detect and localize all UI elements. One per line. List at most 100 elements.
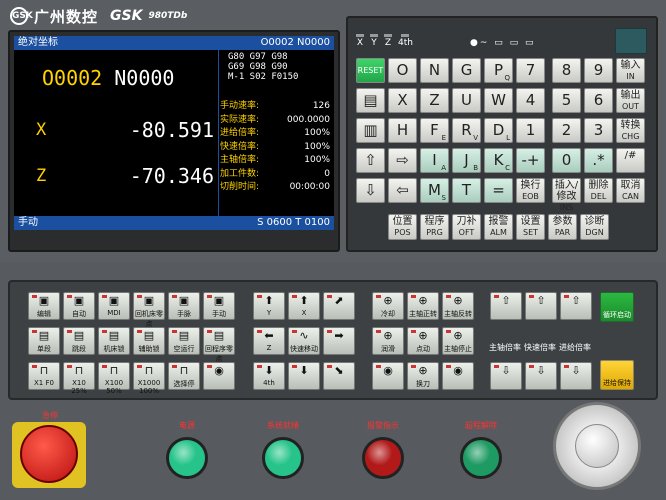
spindle-blank-button[interactable]: ◉ (372, 362, 404, 390)
rate-button-0[interactable]: ⊓ X1 F0 (28, 362, 60, 390)
rate-button-3[interactable]: ⊓ X1000 100% (133, 362, 165, 395)
func-key-oft[interactable]: 刀补 OFT (452, 214, 481, 240)
reset-key[interactable]: RESET (356, 58, 385, 83)
spindle-button-1[interactable]: ⊕ 主轴正转 (407, 292, 439, 320)
axis-button-1[interactable]: ⬆ X (288, 292, 320, 320)
func-key-set[interactable]: 设置 SET (516, 214, 545, 240)
function-button-5[interactable]: ▤ 回程序零点 (203, 327, 235, 363)
edit-key-del[interactable]: 删除 DEL (584, 178, 613, 203)
override-down-0[interactable]: ⇩ (490, 362, 522, 390)
function-button-3[interactable]: ▤ 辅助锁 (133, 327, 165, 355)
emergency-stop-button[interactable] (20, 425, 78, 483)
rate-button-2[interactable]: ⊓ X100 50% (98, 362, 130, 395)
key-W[interactable]: W (484, 88, 513, 113)
feed-hold-button[interactable]: 进给保持 (600, 360, 634, 390)
axis-button-4[interactable]: ⬇ 4th (253, 362, 285, 390)
function-button-2[interactable]: ▤ 机床锁 (98, 327, 130, 355)
function-button-1[interactable]: ▤ 跳段 (63, 327, 95, 355)
func-key-dgn[interactable]: 诊断 DGN (580, 214, 609, 240)
key-3[interactable]: 3 (584, 118, 613, 143)
blank-button[interactable]: ◉ (203, 362, 235, 390)
spindle-button-5[interactable]: ⊕ 换刀 (407, 362, 439, 390)
axis-button-2[interactable]: ⬅ Z (253, 327, 285, 355)
function-button-0[interactable]: ▤ 单段 (28, 327, 60, 355)
mode-button-3[interactable]: ▣ 回机床零点 (133, 292, 165, 328)
key-P[interactable]: PQ (484, 58, 513, 83)
key-N[interactable]: N (420, 58, 449, 83)
key-J[interactable]: JB (452, 148, 481, 173)
key-T[interactable]: T (452, 178, 481, 203)
func-key-pos[interactable]: 位置 POS (388, 214, 417, 240)
side-key-2[interactable]: 转换 CHG (616, 118, 645, 143)
edit-key-eob[interactable]: 换行 EOB (516, 178, 545, 203)
rate-button-1[interactable]: ⊓ X10 25% (63, 362, 95, 395)
up-arrow-key[interactable]: ⇧ (356, 148, 385, 173)
spindle-button-3[interactable]: ⊕ 点动 (407, 327, 439, 355)
func-key-par[interactable]: 参数 PAR (548, 214, 577, 240)
key-M[interactable]: MS (420, 178, 449, 203)
mode-button-5[interactable]: ▣ 手动 (203, 292, 235, 320)
page-icon[interactable]: ▤ (356, 88, 385, 113)
mode-button-4[interactable]: ▣ 手脉 (168, 292, 200, 320)
key-Z[interactable]: Z (420, 88, 449, 113)
spindle-button-2[interactable]: ⊕ 润滑 (372, 327, 404, 355)
key-.*[interactable]: .* (584, 148, 613, 173)
side-key-1[interactable]: 输出 OUT (616, 88, 645, 113)
list-icon[interactable]: ▥ (356, 118, 385, 143)
rate-button-4[interactable]: ⊓ 选择停 (168, 362, 200, 390)
mode-button-1[interactable]: ▣ 自动 (63, 292, 95, 320)
mode-button-2[interactable]: ▣ MDI (98, 292, 130, 320)
spindle-button-6[interactable]: ⊕ 主轴反转 (442, 292, 474, 320)
jog-button-0[interactable]: ⬈ (323, 292, 355, 320)
key-0[interactable]: 0 (552, 148, 581, 173)
key-F[interactable]: FE (420, 118, 449, 143)
edit-key-ins-alt[interactable]: 插入/修改INS ALT (552, 178, 581, 223)
side-key-4[interactable]: 取消 CAN (616, 178, 645, 203)
override-down-1[interactable]: ⇩ (525, 362, 557, 390)
key-6[interactable]: 6 (584, 88, 613, 113)
key-1[interactable]: 1 (516, 118, 545, 143)
button-icon: ⊓ (179, 364, 189, 377)
jog-button-2[interactable]: ⬇ (288, 362, 320, 390)
jog-button-1[interactable]: ➡ (323, 327, 355, 355)
key-7[interactable]: 7 (516, 58, 545, 83)
down-arrow-key[interactable]: ⇩ (356, 178, 385, 203)
func-key-prg[interactable]: 程序 PRG (420, 214, 449, 240)
key-I[interactable]: IA (420, 148, 449, 173)
key-R[interactable]: RV (452, 118, 481, 143)
key--+[interactable]: -+ (516, 148, 545, 173)
axis-button-0[interactable]: ⬆ Y (253, 292, 285, 320)
key-O[interactable]: O (388, 58, 417, 83)
spindle-button-0[interactable]: ⊕ 冷却 (372, 292, 404, 320)
left-arrow-key[interactable]: ⇦ (388, 178, 417, 203)
spindle-button-4[interactable]: ⊕ 主轴停止 (442, 327, 474, 355)
key-9[interactable]: 9 (584, 58, 613, 83)
jog-button-3[interactable]: ⬊ (323, 362, 355, 390)
key-H[interactable]: H (388, 118, 417, 143)
override-down-2[interactable]: ⇩ (560, 362, 592, 390)
handwheel-knob[interactable] (575, 424, 619, 468)
axis-button-3[interactable]: ∿ 快速移动 (288, 327, 320, 355)
key-5[interactable]: 5 (552, 88, 581, 113)
override-up-0[interactable]: ⇧ (490, 292, 522, 320)
right-arrow-key[interactable]: ⇨ (388, 148, 417, 173)
key-2[interactable]: 2 (552, 118, 581, 143)
key-X[interactable]: X (388, 88, 417, 113)
override-up-2[interactable]: ⇧ (560, 292, 592, 320)
function-button-4[interactable]: ▤ 空运行 (168, 327, 200, 355)
key-K[interactable]: KC (484, 148, 513, 173)
cycle-start-button[interactable]: 循环启动 (600, 292, 634, 322)
override-up-1[interactable]: ⇧ (525, 292, 557, 320)
func-key-alm[interactable]: 报警 ALM (484, 214, 513, 240)
key-8[interactable]: 8 (552, 58, 581, 83)
spindle-reverse-blank[interactable]: ◉ (442, 362, 474, 390)
key-4[interactable]: 4 (516, 88, 545, 113)
side-key-3[interactable]: /# (616, 148, 645, 173)
screen-toggle-button[interactable] (615, 28, 647, 54)
key-D[interactable]: DL (484, 118, 513, 143)
key-=[interactable]: = (484, 178, 513, 203)
side-key-0[interactable]: 输入 IN (616, 58, 645, 83)
key-G[interactable]: G (452, 58, 481, 83)
mode-button-0[interactable]: ▣ 编辑 (28, 292, 60, 320)
key-U[interactable]: U (452, 88, 481, 113)
